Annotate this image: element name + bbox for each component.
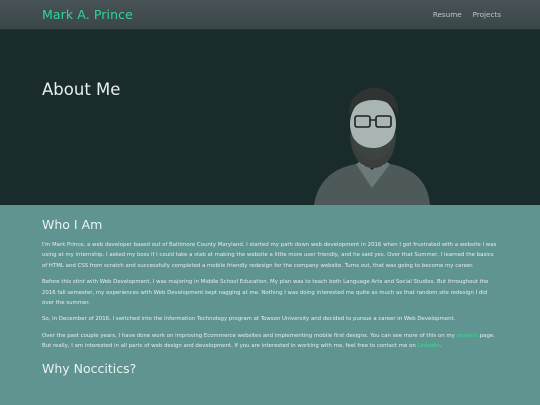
projects-link[interactable]: projects: [457, 333, 479, 339]
section-title-who: Who I Am: [42, 217, 103, 232]
portrait-image: [314, 88, 430, 205]
section-title-why: Why Noccitics?: [42, 360, 137, 376]
brand-link[interactable]: Mark A. Prince: [42, 7, 133, 22]
paragraph-intro: I'm Mark Prince, a web developer based o…: [42, 242, 497, 269]
nav-link-projects[interactable]: Projects: [473, 10, 501, 19]
hero-banner: About Me: [0, 30, 540, 205]
paragraph-work: Over the past couple years, I have done …: [42, 331, 498, 352]
paragraph-switch: So, in December of 2016, I switched into…: [42, 316, 456, 323]
nav-link-resume[interactable]: Resume: [433, 10, 462, 19]
paragraph-work-text-a: Over the past couple years, I have done …: [42, 332, 457, 339]
paragraph-work-text-c: .: [439, 343, 442, 350]
navbar: Mark A. Prince Resume Projects: [0, 0, 540, 30]
page-title: About Me: [42, 80, 121, 99]
paragraph-background: Before this stint with Web Development, …: [42, 279, 489, 307]
linkedin-link[interactable]: Linkedin: [417, 343, 440, 349]
main-content: Who I Am I'm Mark Prince, a web develope…: [42, 205, 498, 376]
nav-links: Resume Projects: [433, 10, 501, 19]
